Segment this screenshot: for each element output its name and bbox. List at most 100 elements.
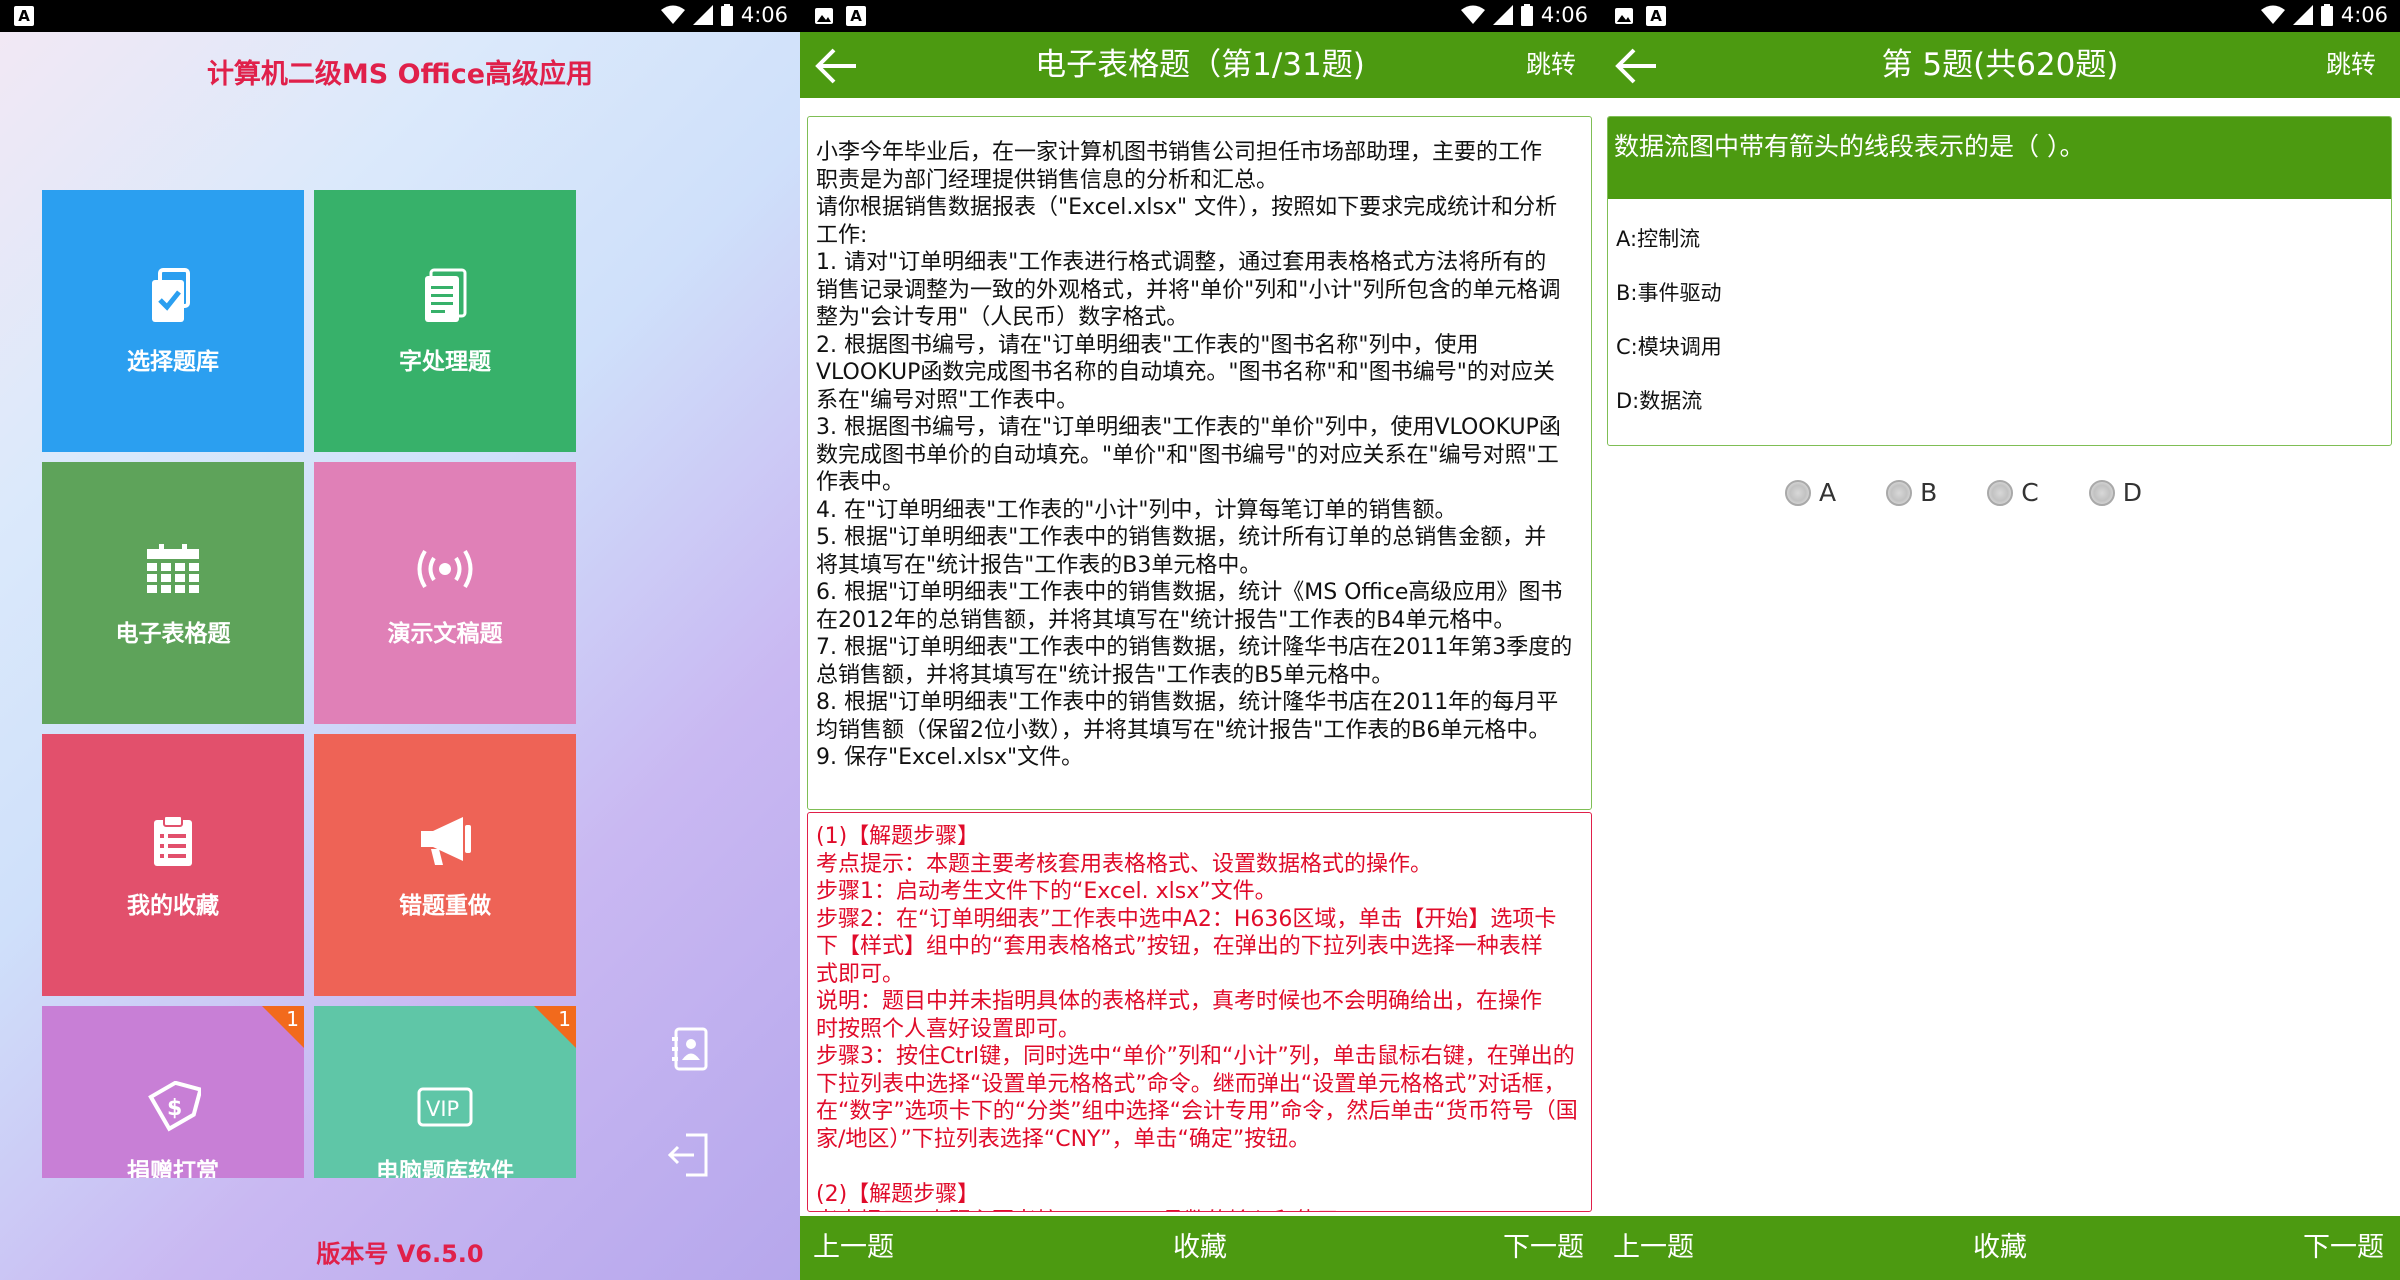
status-bar: A 4:06 bbox=[0, 0, 800, 32]
option-d: D:数据流 bbox=[1616, 389, 1703, 413]
question-line: 7. 根据"订单明细表"工作表中的销售数据，统计隆华书店在2011年第3季度的 bbox=[816, 635, 1573, 660]
image-icon bbox=[1614, 6, 1634, 26]
radio-b[interactable]: B bbox=[1886, 478, 1937, 507]
tile-wrong-redo[interactable]: 错题重做 bbox=[314, 734, 576, 996]
tile-label: 错题重做 bbox=[399, 893, 491, 919]
question-line: 9. 保存"Excel.xlsx"文件。 bbox=[816, 745, 1084, 770]
spreadsheet-question-screen: A 4:06 电子表格题（第1/31题) 跳转 小李今年毕业后，在一家计算机图书… bbox=[800, 0, 1600, 1280]
answer-line bbox=[816, 1153, 1585, 1181]
bottom-nav: 收藏 上一题 下一题 bbox=[800, 1216, 1600, 1280]
prev-question-button[interactable]: 上一题 bbox=[1613, 1216, 1694, 1280]
question-line: 6. 根据"订单明细表"工作表中的销售数据，统计《MS Office高级应用》图… bbox=[816, 580, 1563, 605]
home-screen: A 4:06 计算机二级MS Office高级应用 选择题库 字处理题 电子表格… bbox=[0, 0, 800, 1280]
radio-button-icon bbox=[1785, 479, 1811, 506]
notification-icon: A bbox=[1646, 6, 1666, 26]
answer-line: 考点提示：本题主要考核VLOOKUP函数的输入和使用。 bbox=[816, 1208, 1585, 1211]
question-line: 工作: bbox=[816, 222, 868, 248]
tile-label: 电子表格题 bbox=[115, 621, 231, 647]
battery-icon bbox=[2320, 4, 2333, 26]
clock: 4:06 bbox=[740, 3, 788, 27]
question-line: 总销售额，并将其填写在"统计报告"工作表的B5单元格中。 bbox=[816, 662, 1394, 688]
price-tag-icon: $ bbox=[142, 1076, 204, 1138]
next-question-button[interactable]: 下一题 bbox=[1503, 1216, 1584, 1280]
answer-line: 下拉列表中选择“设置单元格格式”命令。继而弹出“设置单元格格式”对话框， bbox=[816, 1071, 1566, 1097]
option-b: B:事件驱动 bbox=[1616, 281, 1722, 305]
clock: 4:06 bbox=[1540, 3, 1588, 27]
answer-line: (2)【解题步骤】 bbox=[816, 1181, 980, 1207]
favorite-button[interactable]: 收藏 bbox=[1600, 1216, 2400, 1280]
status-bar: A 4:06 bbox=[1600, 0, 2400, 32]
choice-question-box: 数据流图中带有箭头的线段表示的是（ ）。 A:控制流 B:事件驱动 C:模块调用… bbox=[1607, 116, 2392, 446]
favorite-button[interactable]: 收藏 bbox=[800, 1216, 1600, 1280]
tile-choice-bank[interactable]: 选择题库 bbox=[42, 190, 304, 452]
question-line: 销售记录调整为一致的外观格式，并将"单价"列和"小计"列所包含的单元格调 bbox=[816, 277, 1561, 303]
signal-icon bbox=[692, 5, 713, 25]
header-bar: 第 5题(共620题) 跳转 bbox=[1600, 32, 2400, 98]
choice-question-screen: A 4:06 第 5题(共620题) 跳转 数据流图中带有箭头的线段表示的是（ … bbox=[1600, 0, 2400, 1280]
badge-count: 1 bbox=[558, 1007, 571, 1031]
answer-line: (1)【解题步骤】 bbox=[816, 824, 980, 849]
question-line: 小李今年毕业后，在一家计算机图书销售公司担任市场部助理，主要的工作 bbox=[816, 140, 1543, 165]
wifi-icon bbox=[2260, 5, 2285, 25]
document-lines-icon bbox=[414, 266, 476, 328]
notification-icon: A bbox=[846, 6, 866, 26]
prev-question-button[interactable]: 上一题 bbox=[813, 1216, 894, 1280]
exit-icon[interactable] bbox=[664, 1130, 714, 1180]
tile-donate[interactable]: 1 $ 捐赠打赏 bbox=[42, 1006, 304, 1178]
wifi-icon bbox=[1460, 5, 1485, 25]
page-title: 第 5题(共620题) bbox=[1881, 47, 2119, 83]
back-arrow-icon[interactable] bbox=[814, 46, 862, 86]
signal-icon bbox=[2292, 5, 2313, 25]
radio-label: A bbox=[1819, 478, 1837, 507]
question-text: 数据流图中带有箭头的线段表示的是（ ）。 bbox=[1608, 117, 2391, 199]
question-line: 8. 根据"订单明细表"工作表中的销售数据，统计隆华书店在2011年的每月平 bbox=[816, 690, 1559, 715]
status-bar: A 4:06 bbox=[800, 0, 1600, 32]
option-c: C:模块调用 bbox=[1616, 335, 1722, 359]
question-line: 将其填写在"统计报告"工作表的B3单元格中。 bbox=[816, 552, 1262, 578]
answer-line: 说明：题目中并未指明具体的表格样式，真考时候也不会明确给出，在操作 bbox=[816, 989, 1543, 1014]
radio-button-icon bbox=[1886, 479, 1913, 506]
radio-button-icon bbox=[2088, 479, 2115, 506]
tile-spreadsheet[interactable]: 电子表格题 bbox=[42, 462, 304, 724]
tile-word-processing[interactable]: 字处理题 bbox=[314, 190, 576, 452]
tile-favorites[interactable]: 我的收藏 bbox=[42, 734, 304, 996]
question-line: 均销售额（保留2位小数），并将其填写在"统计报告"工作表的B6单元格中。 bbox=[816, 717, 1551, 743]
badge-count: 1 bbox=[286, 1007, 299, 1031]
radio-button-icon bbox=[1987, 479, 2014, 506]
radio-label: C bbox=[2021, 478, 2039, 507]
jump-button[interactable]: 跳转 bbox=[2326, 32, 2376, 98]
signal-icon bbox=[1492, 5, 1513, 25]
question-line: 5. 根据"订单明细表"工作表中的销售数据，统计所有订单的总销售金额，并 bbox=[816, 525, 1547, 550]
question-line: 2. 根据图书编号，请在"订单明细表"工作表的"图书名称"列中，使用 bbox=[816, 332, 1479, 358]
radio-a[interactable]: A bbox=[1785, 478, 1836, 507]
clipboard-list-icon bbox=[142, 810, 204, 872]
vip-icon: VIP bbox=[414, 1076, 476, 1138]
tile-label: 电脑题库软件 bbox=[376, 1159, 514, 1178]
contacts-icon[interactable] bbox=[664, 1024, 714, 1074]
battery-icon bbox=[720, 4, 733, 26]
jump-button[interactable]: 跳转 bbox=[1526, 32, 1576, 98]
header-bar: 电子表格题（第1/31题) 跳转 bbox=[800, 32, 1600, 98]
question-line: 1. 请对"订单明细表"工作表进行格式调整，通过套用表格格式方法将所有的 bbox=[816, 250, 1547, 275]
next-question-button[interactable]: 下一题 bbox=[2303, 1216, 2384, 1280]
tile-pc-software[interactable]: 1 VIP 电脑题库软件 bbox=[314, 1006, 576, 1178]
radio-d[interactable]: D bbox=[2088, 478, 2142, 507]
back-arrow-icon[interactable] bbox=[1614, 46, 1662, 86]
question-line: 3. 根据图书编号，请在"订单明细表"工作表的"单价"列中，使用VLOOKUP函 bbox=[816, 415, 1561, 440]
tile-label: 选择题库 bbox=[127, 349, 219, 375]
clipboard-check-icon bbox=[142, 266, 204, 328]
tile-label: 我的收藏 bbox=[127, 893, 219, 919]
question-line: 整为"会计专用"（人民币）数字格式。 bbox=[816, 305, 1189, 330]
version-label: 版本号 V6.5.0 bbox=[316, 1240, 484, 1268]
broadcast-icon bbox=[414, 538, 476, 600]
answer-line: 式即可。 bbox=[816, 961, 905, 987]
wifi-icon bbox=[660, 5, 685, 25]
svg-text:$: $ bbox=[167, 1096, 182, 1121]
tile-label: 捐赠打赏 bbox=[127, 1159, 219, 1178]
answer-radio-group: A B C D bbox=[1785, 478, 2142, 507]
question-line: 作表中。 bbox=[816, 470, 905, 495]
question-line: 职责是为部门经理提供销售信息的分析和汇总。 bbox=[816, 167, 1279, 193]
question-line: 系在"编号对照"工作表中。 bbox=[816, 387, 1079, 413]
tile-presentation[interactable]: 演示文稿题 bbox=[314, 462, 576, 724]
radio-c[interactable]: C bbox=[1987, 478, 2039, 507]
